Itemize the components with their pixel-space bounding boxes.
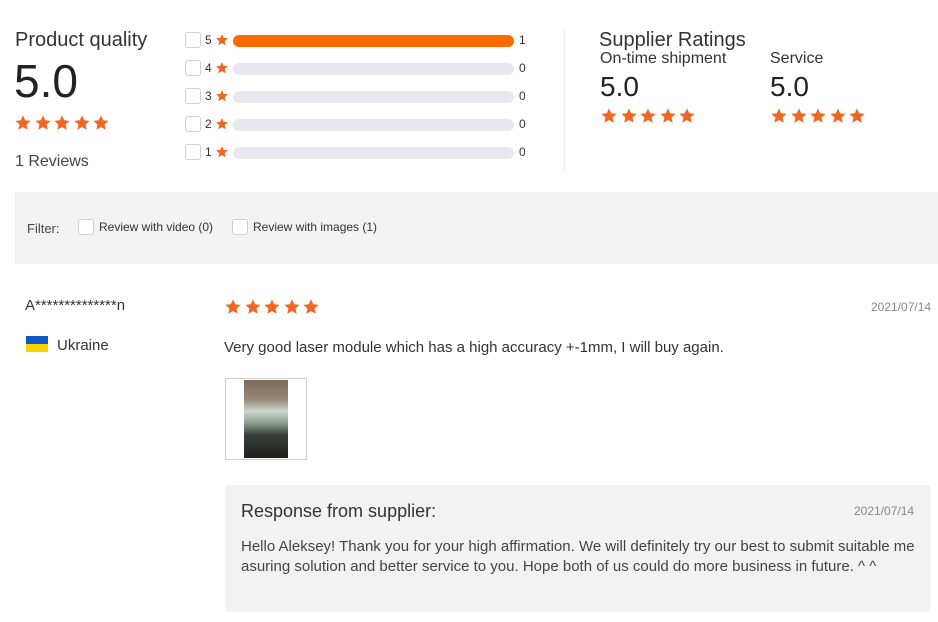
filter-label: Filter: bbox=[27, 221, 60, 236]
star-icon bbox=[283, 298, 301, 316]
product-quality-stars bbox=[14, 114, 112, 132]
rating-bar-track bbox=[233, 119, 514, 131]
rating-row-2[interactable]: 2 0 bbox=[185, 114, 535, 134]
star-icon bbox=[215, 33, 229, 47]
star-icon bbox=[73, 114, 91, 132]
star-icon bbox=[244, 298, 262, 316]
star-icon bbox=[215, 117, 229, 131]
review-text: Very good laser module which has a high … bbox=[224, 339, 724, 356]
star-icon bbox=[639, 107, 657, 125]
service-score: 5.0 bbox=[770, 71, 809, 102]
rating-count: 0 bbox=[519, 89, 526, 103]
star-icon bbox=[215, 89, 229, 103]
rating-row-1[interactable]: 1 0 bbox=[185, 142, 535, 162]
review-image-thumbnail[interactable] bbox=[225, 378, 307, 460]
on-time-shipment-score: 5.0 bbox=[600, 71, 639, 102]
rating-star-number: 4 bbox=[205, 61, 212, 75]
star-icon bbox=[620, 107, 638, 125]
review-photo[interactable] bbox=[244, 380, 288, 458]
response-title: Response from supplier: bbox=[241, 501, 437, 521]
on-time-shipment-label: On-time shipment bbox=[600, 50, 727, 67]
rating-count: 1 bbox=[519, 33, 526, 47]
rating-filter-checkbox[interactable] bbox=[185, 32, 201, 48]
star-icon bbox=[848, 107, 866, 125]
filter-images-checkbox[interactable] bbox=[232, 219, 248, 235]
rating-star-number: 3 bbox=[205, 89, 212, 103]
star-icon bbox=[770, 107, 788, 125]
filter-video-label[interactable]: Review with video (0) bbox=[99, 220, 213, 234]
rating-bar-track bbox=[233, 147, 514, 159]
star-icon bbox=[215, 145, 229, 159]
star-icon bbox=[53, 114, 71, 132]
rating-bar-track bbox=[233, 91, 514, 103]
section-divider bbox=[564, 30, 565, 172]
star-icon bbox=[263, 298, 281, 316]
response-text: Hello Aleksey! Thank you for your high a… bbox=[241, 538, 915, 575]
response-date: 2021/07/14 bbox=[854, 504, 915, 518]
rating-count: 0 bbox=[519, 117, 526, 131]
rating-filter-checkbox[interactable] bbox=[185, 88, 201, 104]
reviewer-country: Ukraine bbox=[57, 337, 109, 354]
rating-bar-track bbox=[233, 35, 514, 47]
supplier-response: Response from supplier: 2021/07/14 Hello… bbox=[225, 485, 931, 612]
rating-count: 0 bbox=[519, 61, 526, 75]
rating-filter-checkbox[interactable] bbox=[185, 116, 201, 132]
rating-row-3[interactable]: 3 0 bbox=[185, 86, 535, 106]
rating-star-number: 2 bbox=[205, 117, 212, 131]
filter-images-option[interactable]: Review with images (1) bbox=[232, 219, 377, 235]
filter-bar: Filter: Review with video (0) Review wit… bbox=[15, 192, 938, 264]
review-stars bbox=[224, 298, 322, 316]
product-quality-title: Product quality bbox=[15, 29, 148, 51]
filter-video-option[interactable]: Review with video (0) bbox=[78, 219, 213, 235]
service-stars bbox=[770, 107, 868, 125]
on-time-shipment-stars bbox=[600, 107, 698, 125]
star-icon bbox=[92, 114, 110, 132]
rating-star-number: 5 bbox=[205, 33, 212, 47]
star-icon bbox=[302, 298, 320, 316]
reviews-count: 1 Reviews bbox=[15, 153, 89, 170]
supplier-ratings-title: Supplier Ratings bbox=[599, 29, 746, 51]
reviewer-name: A**************n bbox=[25, 297, 126, 314]
rating-bar-fill bbox=[233, 35, 514, 47]
rating-count: 0 bbox=[519, 145, 526, 159]
rating-row-4[interactable]: 4 0 bbox=[185, 58, 535, 78]
star-icon bbox=[600, 107, 618, 125]
product-quality-score: 5.0 bbox=[14, 55, 78, 107]
filter-images-label[interactable]: Review with images (1) bbox=[253, 220, 377, 234]
ukraine-flag-icon bbox=[26, 336, 48, 352]
rating-star-number: 1 bbox=[205, 145, 212, 159]
rating-filter-checkbox[interactable] bbox=[185, 60, 201, 76]
star-icon bbox=[678, 107, 696, 125]
filter-video-checkbox[interactable] bbox=[78, 219, 94, 235]
rating-filter-checkbox[interactable] bbox=[185, 144, 201, 160]
star-icon bbox=[14, 114, 32, 132]
rating-row-5[interactable]: 5 1 bbox=[185, 30, 535, 50]
star-icon bbox=[790, 107, 808, 125]
star-icon bbox=[224, 298, 242, 316]
review-date: 2021/07/14 bbox=[871, 300, 932, 314]
rating-bar-track bbox=[233, 63, 514, 75]
service-label: Service bbox=[770, 50, 824, 67]
star-icon bbox=[659, 107, 677, 125]
star-icon bbox=[34, 114, 52, 132]
star-icon bbox=[215, 61, 229, 75]
star-icon bbox=[829, 107, 847, 125]
star-icon bbox=[809, 107, 827, 125]
